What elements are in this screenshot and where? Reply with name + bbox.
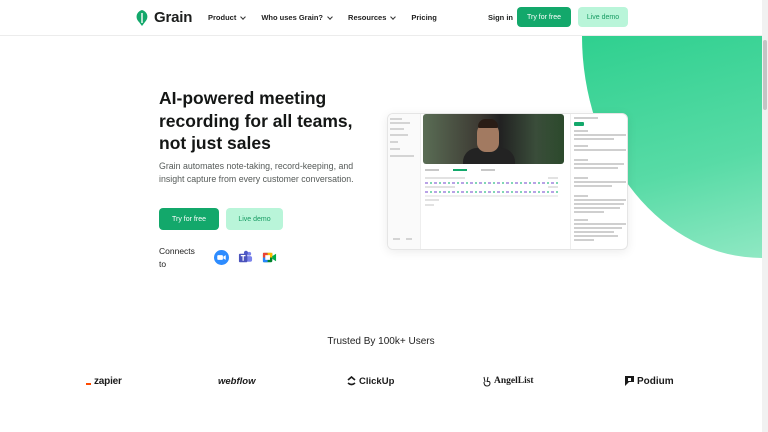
mock-sidebar xyxy=(388,114,421,249)
connects-to-label: Connects to xyxy=(159,246,195,269)
hero-live-demo-button[interactable]: Live demo xyxy=(226,208,283,230)
nav-item-label: Resources xyxy=(348,13,387,22)
nav-item-pricing[interactable]: Pricing xyxy=(411,13,436,22)
hero-subtitle: Grain automates note-taking, record-keep… xyxy=(159,161,354,184)
transcript-timeline xyxy=(425,182,558,184)
zoom-icon[interactable] xyxy=(214,250,229,265)
video-thumbnail xyxy=(423,114,564,164)
nav-item-label: Pricing xyxy=(411,13,437,22)
hero-title: AI-powered meeting recording for all tea… xyxy=(159,88,353,153)
zapier-wordmark: zapier xyxy=(94,375,122,387)
clickup-icon xyxy=(347,376,356,386)
webflow-wordmark: webflow xyxy=(218,375,256,387)
webflow-logo: webflow xyxy=(218,372,255,390)
nav-item-product[interactable]: Product xyxy=(208,13,247,22)
page-scrollbar[interactable] xyxy=(762,0,768,432)
grain-logo[interactable]: Grain xyxy=(135,9,192,26)
nav-item-label: Product xyxy=(208,13,237,22)
angellist-logo: AngelList xyxy=(483,372,534,390)
nav-item-who-uses-grain[interactable]: Who uses Grain? xyxy=(261,13,333,22)
scrollbar-thumb[interactable] xyxy=(763,40,767,110)
chevron-down-icon xyxy=(240,13,247,20)
sign-in-link[interactable]: Sign in xyxy=(488,13,513,22)
brand-name: Grain xyxy=(154,9,193,26)
chevron-down-icon xyxy=(390,13,397,20)
podium-icon xyxy=(625,376,634,386)
integration-icons xyxy=(214,250,277,265)
podium-logo: Podium xyxy=(625,372,674,390)
nav-try-free-button[interactable]: Try for free xyxy=(517,7,571,27)
clickup-logo: ClickUp xyxy=(347,372,394,390)
microsoft-teams-icon[interactable] xyxy=(238,250,253,265)
nav-item-resources[interactable]: Resources xyxy=(348,13,397,22)
google-meet-icon[interactable] xyxy=(262,250,277,265)
hero-try-free-button[interactable]: Try for free xyxy=(159,208,219,230)
chevron-down-icon xyxy=(327,13,333,20)
nav-item-label: Who uses Grain? xyxy=(261,13,324,22)
top-navbar: Grain Product Who uses Grain? Resources … xyxy=(0,0,762,36)
mock-tabs xyxy=(425,169,495,171)
customer-logos: zapier webflow ClickUp AngelList Podium xyxy=(0,372,762,392)
angellist-wordmark: AngelList xyxy=(494,376,534,386)
product-screenshot xyxy=(387,113,628,250)
victory-hand-icon xyxy=(483,376,491,387)
zapier-logo: zapier xyxy=(86,372,122,390)
nav-live-demo-button[interactable]: Live demo xyxy=(578,7,628,27)
mock-transcript-panel xyxy=(570,114,627,249)
podium-wordmark: Podium xyxy=(637,375,674,387)
grain-leaf-icon xyxy=(136,9,148,26)
clickup-wordmark: ClickUp xyxy=(359,375,395,387)
page: Grain Product Who uses Grain? Resources … xyxy=(0,0,768,432)
nav-links: Product Who uses Grain? Resources Pricin… xyxy=(208,13,437,22)
trusted-heading: Trusted By 100k+ Users xyxy=(327,336,435,347)
